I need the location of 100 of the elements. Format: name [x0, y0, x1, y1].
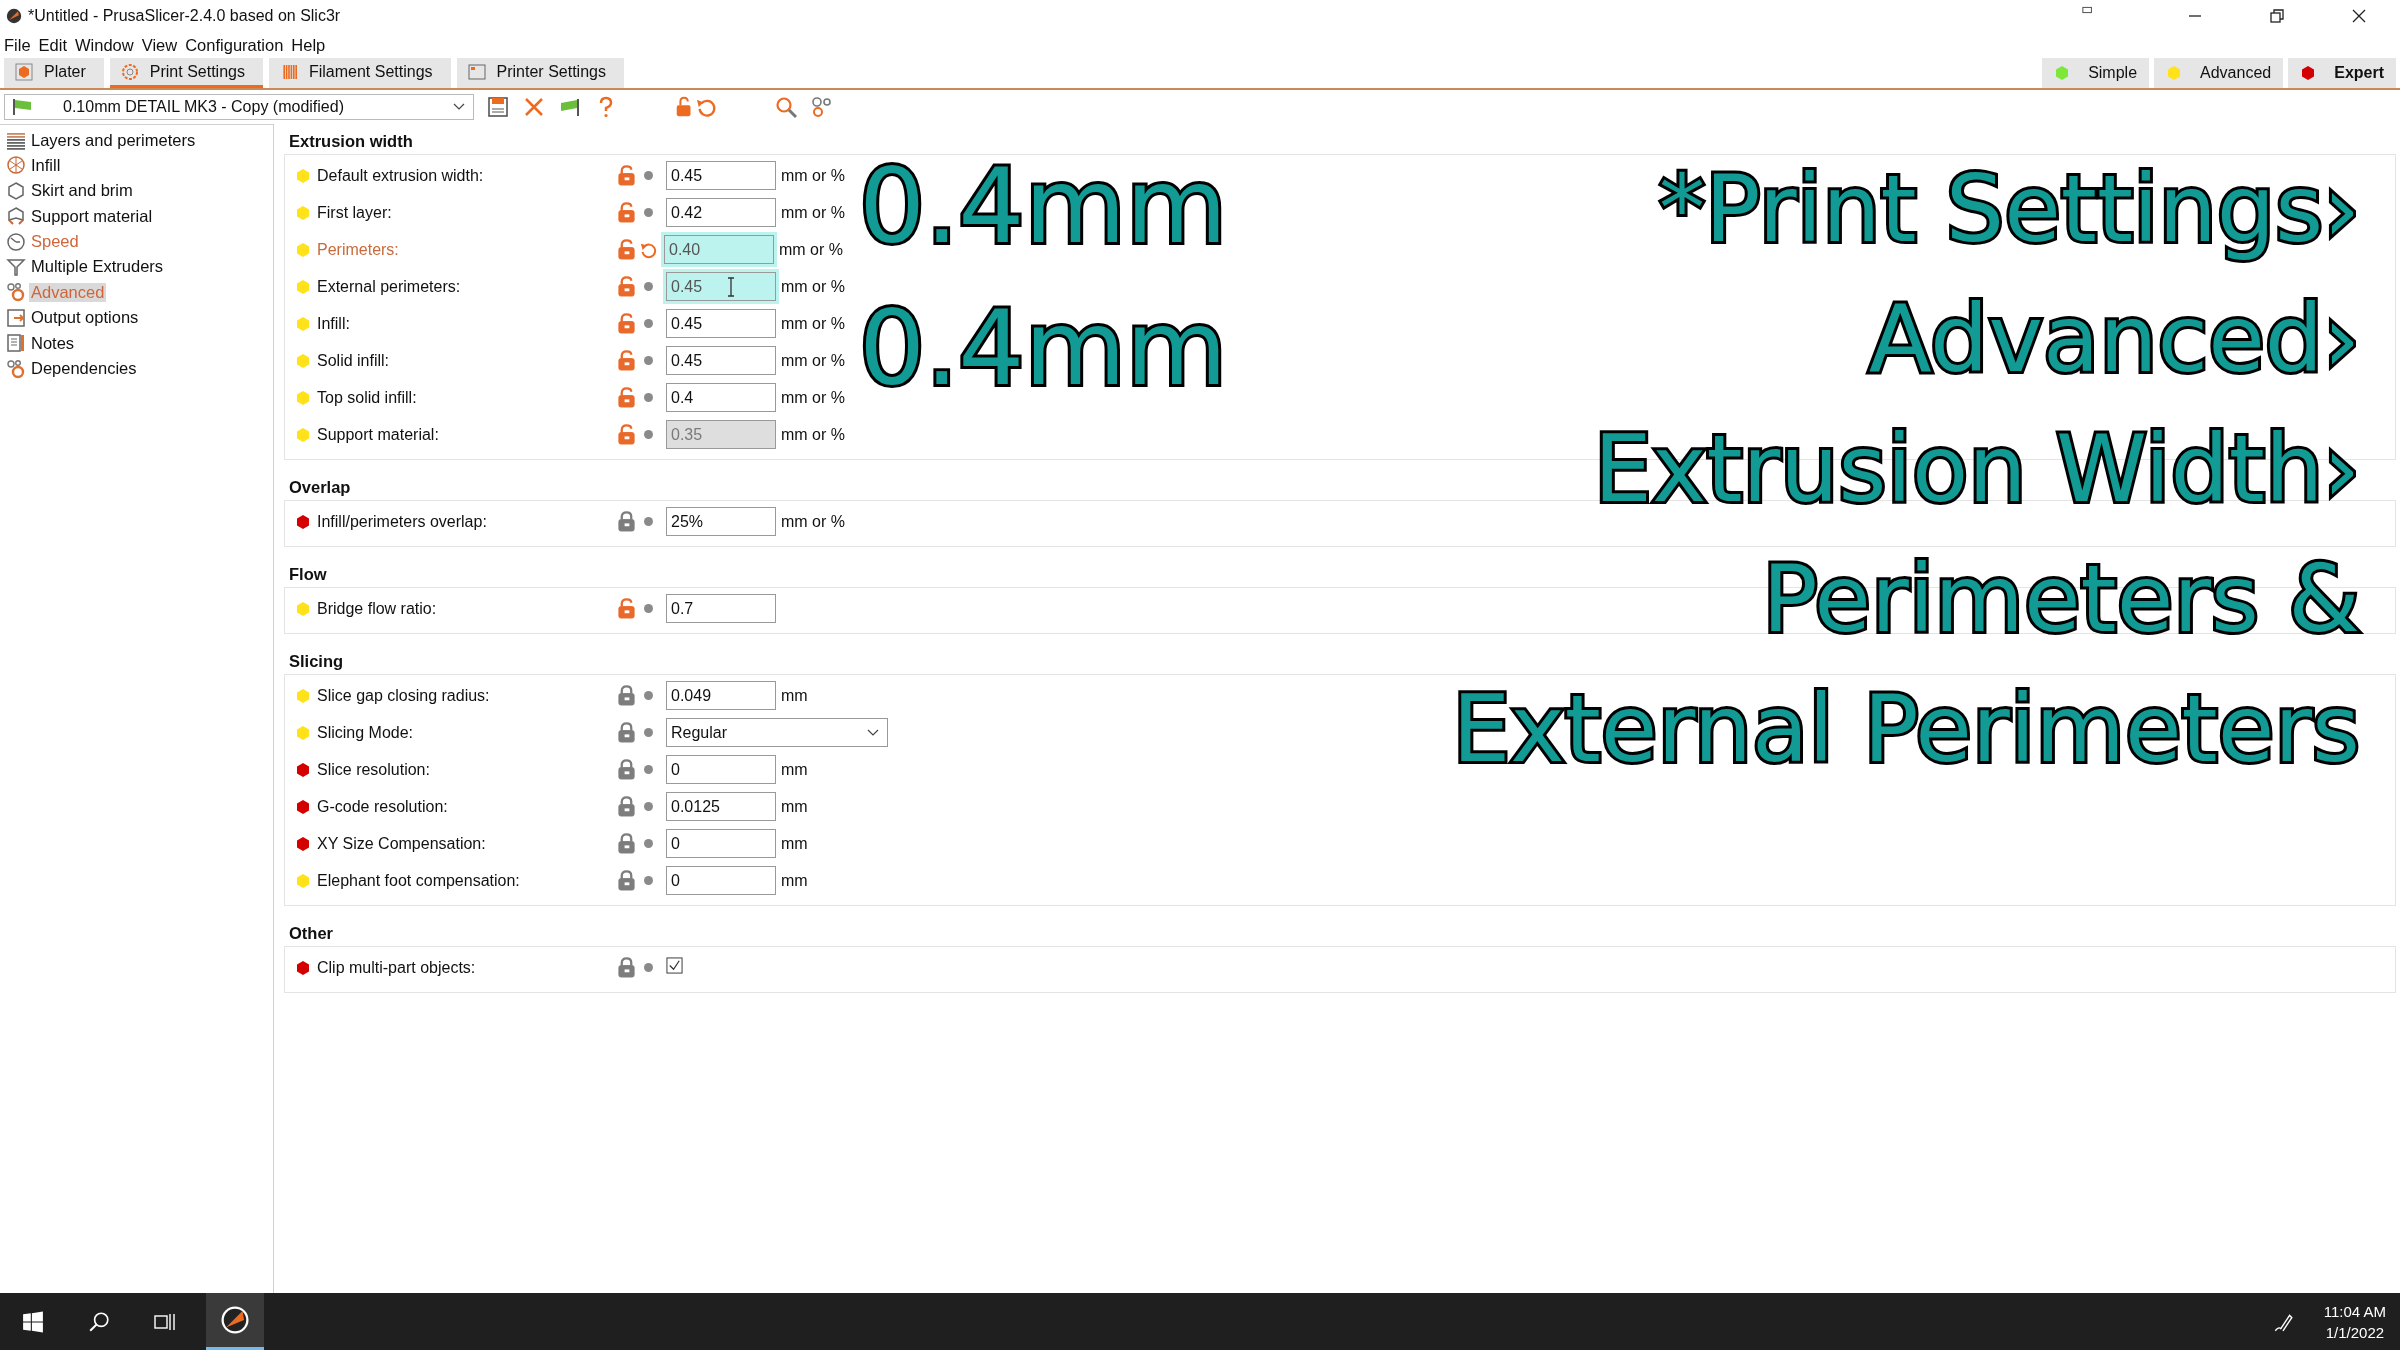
unlock-icon[interactable] — [617, 239, 636, 260]
input-field[interactable]: 0.42 — [666, 198, 776, 227]
menu-item[interactable]: View — [141, 35, 178, 55]
bullet-icon — [644, 839, 653, 848]
unlock-icon[interactable] — [617, 598, 636, 619]
menu-item[interactable]: Window — [75, 35, 134, 55]
input-field[interactable]: 0.45 — [666, 161, 776, 190]
unit-label: mm or % — [781, 351, 845, 370]
menu-item[interactable]: Configuration — [185, 35, 284, 55]
caret-icon — [867, 728, 879, 737]
unit-label: mm or % — [781, 203, 845, 222]
setting-label: Slice resolution: — [317, 760, 431, 779]
setting-label: Support material: — [317, 425, 440, 444]
taskbar-app-button[interactable] — [206, 1293, 264, 1350]
tab[interactable]: Plater — [4, 58, 104, 88]
sidebar-item[interactable]: Speed — [29, 232, 81, 252]
windows-start-icon[interactable] — [22, 1310, 44, 1333]
setting-label: External perimeters: — [317, 277, 462, 296]
setting-label: G-code resolution: — [317, 797, 449, 816]
unit-label: mm or % — [781, 166, 845, 185]
unlock-icon[interactable] — [617, 202, 636, 223]
input-field[interactable]: 0.7 — [666, 594, 776, 623]
lock-icon[interactable] — [617, 685, 636, 706]
unlock-icon[interactable] — [617, 165, 636, 186]
caption-text: Extrusion Width› — [1593, 424, 2360, 516]
checkbox[interactable] — [666, 957, 683, 974]
window-title: *Untitled - PrusaSlicer-2.4.0 based on Slic3r — [28, 7, 341, 25]
setting-label: Slice gap closing radius: — [317, 686, 491, 705]
setting-label: Bridge flow ratio: — [317, 599, 438, 618]
restore-icon[interactable] — [2267, 6, 2287, 26]
unit-label: mm or % — [781, 425, 845, 444]
save-icon[interactable] — [486, 95, 510, 119]
sidebar-item[interactable]: Notes — [29, 333, 77, 353]
search-icon[interactable] — [88, 1310, 110, 1333]
section-title: Overlap — [288, 478, 352, 498]
tab[interactable]: Print Settings — [109, 58, 263, 88]
caption-text: Perimeters & — [1762, 554, 2360, 646]
unlock-icon[interactable] — [617, 313, 636, 334]
lock-icon[interactable] — [617, 870, 636, 891]
unlock-icon[interactable] — [617, 350, 636, 371]
mode-button[interactable]: Advanced — [2154, 58, 2284, 88]
menu-item[interactable]: Help — [291, 35, 326, 55]
bullet-icon — [644, 356, 653, 365]
sidebar-item[interactable]: Infill — [29, 155, 63, 175]
menu-item[interactable]: File — [4, 35, 31, 55]
clock-time: 11:04 AM — [2323, 1302, 2386, 1320]
sidebar-item[interactable]: Skirt and brim — [29, 181, 135, 201]
unit-label: mm — [781, 834, 808, 853]
unit-label: mm or % — [781, 388, 845, 407]
app-logo-icon — [6, 8, 22, 24]
sidebar-item[interactable]: Multiple Extruders — [29, 257, 166, 277]
sidebar-item[interactable]: Dependencies — [29, 359, 139, 378]
pin-icon[interactable] — [2082, 5, 2094, 15]
input-field[interactable]: 0.45 — [666, 272, 776, 301]
input-field[interactable]: 0.40 — [664, 235, 774, 264]
bullet-icon — [644, 765, 653, 774]
unlock-icon[interactable] — [617, 387, 636, 408]
input-field[interactable]: 0 — [666, 755, 776, 784]
tab[interactable]: Filament Settings — [268, 58, 451, 88]
bullet-icon — [644, 604, 653, 613]
sidebar-item[interactable]: Layers and perimeters — [29, 130, 198, 150]
caption-text: Advanced› — [1868, 294, 2360, 386]
tab[interactable]: Printer Settings — [456, 58, 624, 88]
lock-icon[interactable] — [617, 833, 636, 854]
lock-icon[interactable] — [617, 511, 636, 532]
lock-icon[interactable] — [617, 957, 636, 978]
setting-label: First layer: — [317, 203, 393, 222]
setting-label: Slicing Mode: — [317, 723, 415, 742]
lock-icon[interactable] — [617, 722, 636, 743]
unit-label: mm — [781, 686, 808, 705]
lock-undo-icon[interactable] — [674, 95, 718, 119]
tab-icon — [14, 61, 34, 82]
input-field[interactable]: 0.049 — [666, 681, 776, 710]
mode-button[interactable]: Simple — [2042, 58, 2150, 88]
sidebar-item[interactable]: Output options — [29, 308, 141, 328]
preset-dropdown[interactable]: 0.10mm DETAIL MK3 - Copy (modified) — [4, 94, 474, 120]
select-dropdown[interactable]: Regular — [666, 718, 888, 747]
setting-label: Infill: — [317, 314, 351, 333]
setting-label: Top solid infill: — [317, 388, 418, 407]
bullet-icon — [644, 208, 653, 217]
unit-label: mm or % — [781, 512, 845, 531]
input-field[interactable]: 0.45 — [666, 346, 776, 375]
bullet-icon — [644, 393, 653, 402]
sidebar-item[interactable]: Support material — [29, 206, 155, 226]
menu-item[interactable]: Edit — [38, 35, 68, 55]
bullet-icon — [644, 876, 653, 885]
input-field[interactable]: 0 — [666, 829, 776, 858]
input-field[interactable]: 25% — [666, 507, 776, 536]
bullet-icon — [644, 282, 653, 291]
input-field[interactable]: 0.45 — [666, 309, 776, 338]
mode-button[interactable]: Expert — [2288, 58, 2396, 88]
compare-icon[interactable] — [810, 95, 834, 119]
unlock-icon[interactable] — [617, 276, 636, 297]
lock-icon[interactable] — [617, 796, 636, 817]
bullet-icon — [644, 171, 653, 180]
input-field[interactable]: 0.4 — [666, 383, 776, 412]
lock-icon[interactable] — [617, 759, 636, 780]
bullet-icon — [644, 802, 653, 811]
input-field[interactable]: 0.0125 — [666, 792, 776, 821]
input-field[interactable]: 0 — [666, 866, 776, 895]
